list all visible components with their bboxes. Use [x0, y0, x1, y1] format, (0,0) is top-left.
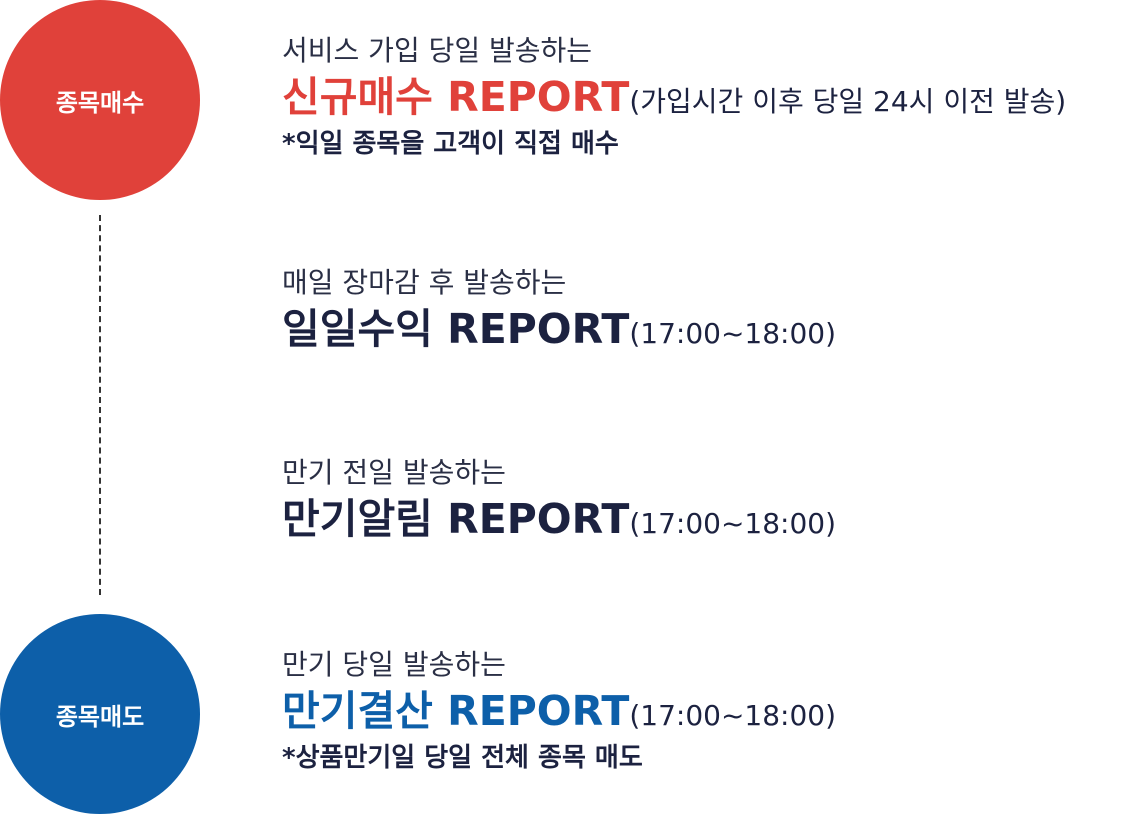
report-title: 신규매수 REPORT(가입시간 이후 당일 24시 이전 발송): [282, 72, 1066, 122]
report-item-new-buy: 서비스 가입 당일 발송하는 신규매수 REPORT(가입시간 이후 당일 24…: [282, 34, 1066, 160]
buy-stage-label: 종목매수: [55, 88, 145, 117]
buy-stage-badge: 종목매수: [0, 0, 200, 200]
report-name: 만기알림 REPORT: [282, 495, 630, 543]
report-item-maturity-settlement: 만기 당일 발송하는 만기결산 REPORT(17:00~18:00) *상품만…: [282, 648, 836, 774]
report-note: *상품만기일 당일 전체 종목 매도: [282, 743, 643, 773]
report-timing: (17:00~18:00): [629, 507, 837, 540]
report-subtitle: 만기 당일 발송하는: [282, 648, 506, 681]
report-note: *익일 종목을 고객이 직접 매수: [282, 129, 619, 159]
report-timing: (17:00~18:00): [629, 699, 837, 732]
report-name: 신규매수 REPORT: [282, 73, 630, 121]
report-timing: (17:00~18:00): [629, 317, 837, 350]
report-subtitle: 만기 전일 발송하는: [282, 456, 506, 489]
sell-stage-badge: 종목매도: [0, 614, 200, 814]
report-item-maturity-alert: 만기 전일 발송하는 만기알림 REPORT(17:00~18:00): [282, 456, 836, 544]
report-title: 일일수익 REPORT(17:00~18:00): [282, 304, 836, 354]
sell-stage-label: 종목매도: [55, 702, 145, 731]
report-timing: (가입시간 이후 당일 24시 이전 발송): [629, 85, 1067, 118]
report-name: 만기결산 REPORT: [282, 687, 630, 735]
report-subtitle: 서비스 가입 당일 발송하는: [282, 34, 593, 67]
report-name: 일일수익 REPORT: [282, 305, 630, 353]
report-subtitle: 매일 장마감 후 발송하는: [282, 266, 567, 299]
report-item-daily-profit: 매일 장마감 후 발송하는 일일수익 REPORT(17:00~18:00): [282, 266, 836, 354]
report-title: 만기알림 REPORT(17:00~18:00): [282, 494, 836, 544]
timeline-dashed-line: [99, 215, 101, 595]
report-title: 만기결산 REPORT(17:00~18:00): [282, 686, 836, 736]
